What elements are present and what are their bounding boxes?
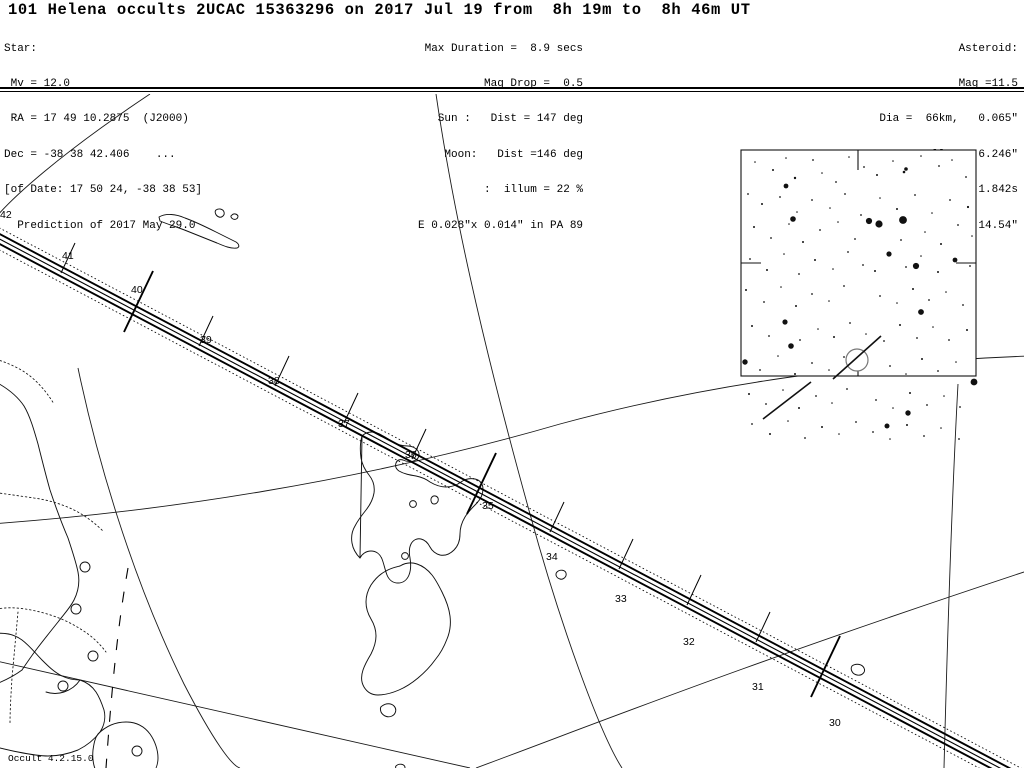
city-marker: [409, 500, 417, 508]
time-mark-label: 34: [546, 551, 558, 563]
time-tick-minor: [549, 501, 565, 533]
asteroid-panel-line-0: Asteroid:: [958, 42, 1018, 55]
city-marker: [57, 680, 69, 692]
coast-islet-chatham: [555, 569, 567, 580]
time-mark-label: 36: [405, 449, 417, 461]
star-panel-line-0: Star:: [4, 42, 38, 55]
occulted-star-circle: [845, 348, 869, 372]
coast-islet-a: [214, 208, 225, 218]
parallel-south2: [475, 571, 1024, 768]
coast-islet-b: [230, 213, 239, 220]
coast-nz-south-island: [361, 562, 451, 696]
time-mark-label: 35: [482, 500, 494, 512]
border-inner: [0, 360, 55, 405]
meridian-b: [943, 383, 959, 768]
coast-nz-stewart: [379, 703, 397, 718]
coast-islet-se: [395, 763, 406, 768]
city-marker: [401, 552, 409, 560]
time-mark-label: 39: [200, 334, 212, 346]
coastlines: [0, 208, 865, 768]
meridian-sw: [77, 367, 241, 768]
event-panel-line-1: Mag Drop = 0.5: [457, 77, 584, 90]
terminator-line: [105, 567, 129, 768]
border-sa: [9, 611, 19, 725]
header-divider-lower: [0, 91, 1024, 92]
time-mark-label: 32: [683, 636, 695, 648]
time-mark-label: 37: [338, 418, 350, 430]
star-panel-line-1: Mv = 12.0: [4, 77, 71, 90]
city-marker: [87, 650, 99, 662]
border-qld-nsw: [0, 492, 105, 533]
city-marker: [79, 561, 91, 573]
time-mark-label: 30: [829, 717, 841, 729]
occultation-prediction-page: 101 Helena occults 2UCAC 15363296 on 201…: [0, 0, 1024, 768]
coast-tasmania: [92, 721, 159, 768]
time-mark-label: 40: [131, 284, 143, 296]
time-mark-label: 42: [0, 209, 12, 221]
coast-nz-north-west: [351, 435, 375, 559]
border-nsw-vic: [0, 607, 107, 653]
coast-islet-east: [850, 663, 865, 676]
occultation-map[interactable]: 42 41 40 39 38 37 36 35 34 33 32 31 30: [0, 94, 1024, 768]
meridian-west: [0, 94, 151, 214]
coast-australia-east: [0, 383, 80, 671]
city-marker: [131, 745, 143, 757]
software-version-label: Occult 4.2.15.0: [8, 753, 94, 764]
time-mark-label: 41: [62, 250, 74, 262]
city-marker: [70, 603, 82, 615]
header-divider-upper: [0, 87, 1024, 89]
asteroid-panel-line-1: Mag =11.5: [958, 77, 1018, 90]
time-mark-label: 38: [268, 375, 280, 387]
coast-australia-south: [0, 669, 23, 683]
star-chart-frame: [740, 149, 977, 377]
time-marks: [60, 242, 841, 698]
parallel-south: [0, 661, 471, 768]
event-panel-line-0: Max Duration = 8.9 secs: [424, 42, 584, 55]
city-markers: [57, 500, 417, 757]
asteroid-motion-vector-secondary: [762, 381, 812, 420]
time-mark-label: 33: [615, 593, 627, 605]
time-mark-label: 31: [752, 681, 764, 693]
header: 101 Helena occults 2UCAC 15363296 on 201…: [0, 0, 1024, 231]
coast-australia-se: [0, 679, 106, 757]
coast-new-caledonia: [158, 214, 240, 249]
coast-nz-north-island: [359, 431, 484, 584]
meridian-a: [435, 94, 623, 768]
star-finder-chart[interactable]: [740, 149, 978, 440]
page-title: 101 Helena occults 2UCAC 15363296 on 201…: [8, 1, 751, 19]
coast-nz-lake: [430, 495, 439, 505]
coast-australia-bight: [0, 632, 81, 681]
time-mark-labels: 42 41 40 39 38 37 36 35 34 33 32 31 30: [0, 209, 841, 729]
